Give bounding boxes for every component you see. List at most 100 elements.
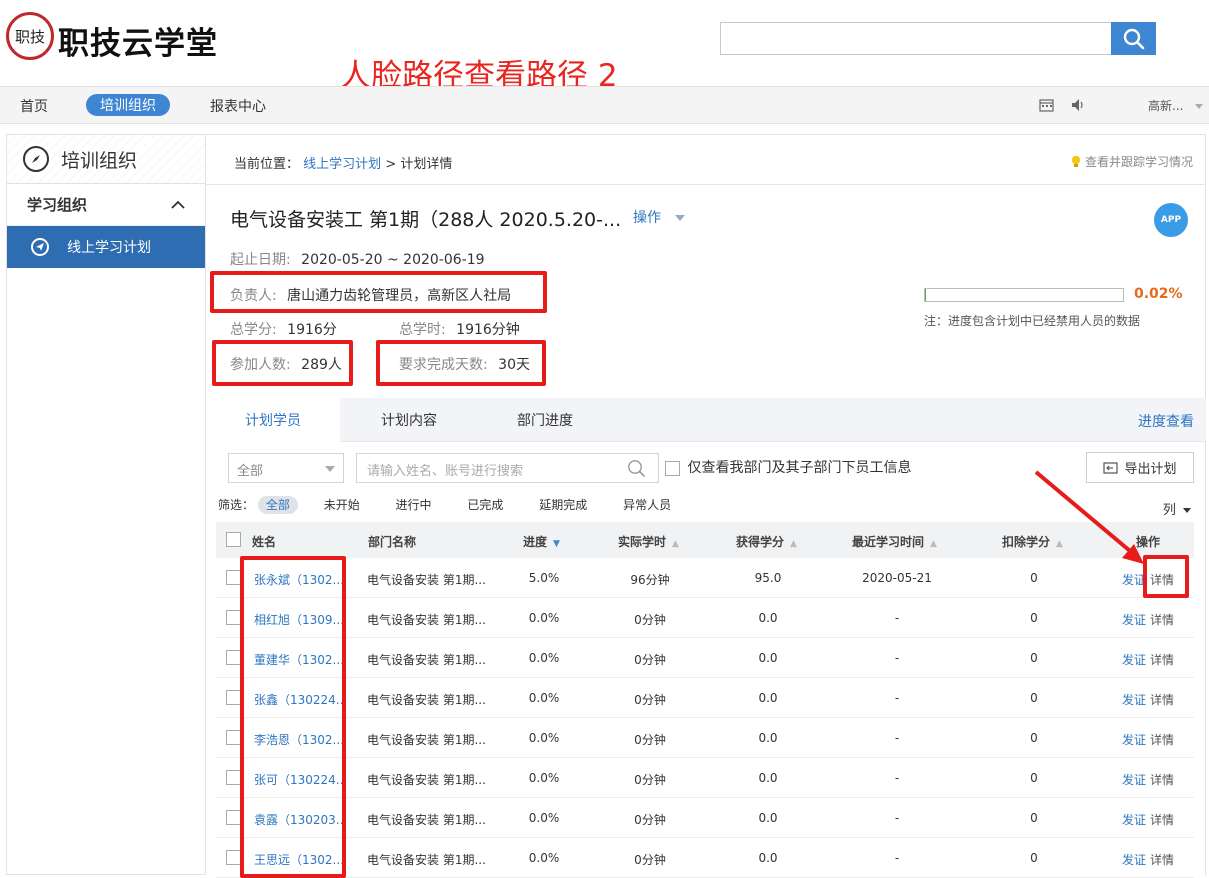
plan-progress-note: 注：进度包含计划中已经禁用人员的数据 [924, 314, 1141, 328]
status-filter-delayed[interactable]: 延期完成 [539, 498, 587, 512]
row-actions: 发证 详情 [1122, 851, 1178, 868]
col-last-study-label: 最近学习时间 [852, 535, 925, 549]
select-all-checkbox[interactable] [226, 532, 241, 547]
col-credits[interactable]: 获得学分 ▲ [736, 533, 797, 550]
learner-credits: 0.0 [758, 611, 778, 625]
plan-total-credits: 总学分: 1916分 [230, 319, 337, 339]
progress-view-link[interactable]: 进度查看 [1138, 411, 1194, 431]
nav-training-org[interactable]: 培训组织 [86, 94, 170, 116]
send-icon [31, 238, 49, 256]
detail-link[interactable]: 详情 [1150, 813, 1174, 827]
learner-actual-hours: 0分钟 [634, 733, 666, 747]
learner-deducted: 0 [1030, 771, 1038, 785]
nav-reports[interactable]: 报表中心 [210, 96, 266, 116]
global-search-input[interactable] [720, 22, 1112, 55]
breadcrumb-current: 计划详情 [400, 157, 453, 172]
main-panel: 当前位置： 线上学习计划 > 计划详情 查看并跟踪学习情况 电气设备安装工 第1… [206, 134, 1206, 878]
learner-deducted: 0 [1030, 571, 1038, 585]
sidebar-item-online-plan[interactable]: 线上学习计划 [7, 226, 205, 268]
column-toggle-label: 列 [1162, 503, 1176, 518]
detail-link[interactable]: 详情 [1150, 853, 1174, 867]
issue-cert-link[interactable]: 发证 [1122, 813, 1146, 827]
row-checkbox[interactable] [226, 770, 241, 785]
tab-plan-content[interactable]: 计划内容 [342, 398, 476, 442]
lightbulb-icon [1071, 155, 1081, 167]
status-filter-in-progress[interactable]: 进行中 [396, 498, 432, 512]
detail-link[interactable]: 详情 [1150, 733, 1174, 747]
table-row: 王思远（1302... 电气设备安装 第1期... 0.0% 0分钟 0.0-0 发证 详情 [216, 838, 1194, 878]
breadcrumb-link-online-plan[interactable]: 线上学习计划 [303, 157, 381, 172]
status-filter-completed[interactable]: 已完成 [467, 498, 503, 512]
sidebar-header: 培训组织 [7, 135, 205, 184]
plan-title: 电气设备安装工 第1期（288人 2020.5.20-... [230, 209, 622, 231]
column-toggle[interactable]: 列 [1163, 499, 1191, 518]
learner-deducted: 0 [1030, 731, 1038, 745]
issue-cert-link[interactable]: 发证 [1122, 733, 1146, 747]
learner-credits: 0.0 [758, 731, 778, 745]
detail-link[interactable]: 详情 [1150, 613, 1174, 627]
detail-link[interactable]: 详情 [1150, 653, 1174, 667]
learner-last-study: - [894, 651, 900, 665]
plan-tabs: 计划学员 计划内容 部门进度 进度查看 [206, 398, 1206, 442]
learner-dept: 电气设备安装 第1期... [367, 813, 486, 827]
status-filter-all[interactable]: 全部 [257, 496, 298, 514]
tab-plan-learners[interactable]: 计划学员 [206, 398, 340, 442]
col-progress-label: 进度 [523, 535, 548, 549]
learner-credits: 0.0 [758, 691, 778, 705]
row-checkbox[interactable] [226, 730, 241, 745]
search-button[interactable] [1111, 22, 1156, 55]
row-checkbox[interactable] [226, 650, 241, 665]
sidebar-title: 培训组织 [61, 149, 138, 172]
hours-label: 总学时: [399, 322, 446, 338]
issue-cert-link[interactable]: 发证 [1122, 773, 1146, 787]
plan-operations-dropdown[interactable]: 操作 [633, 207, 686, 227]
learner-search-input[interactable]: 请输入姓名、账号进行搜索 [356, 453, 659, 483]
issue-cert-link[interactable]: 发证 [1122, 853, 1146, 867]
learner-actual-hours: 96分钟 [630, 573, 670, 587]
detail-link[interactable]: 详情 [1150, 773, 1174, 787]
credits-value: 1916分 [287, 322, 337, 338]
col-progress[interactable]: 进度 ▼ [523, 533, 560, 550]
learner-credits: 0.0 [758, 651, 778, 665]
issue-cert-link[interactable]: 发证 [1122, 693, 1146, 707]
speaker-icon[interactable] [1071, 98, 1085, 112]
logo-text[interactable]: 职技云学堂 [58, 18, 218, 63]
learner-last-study: - [894, 611, 900, 625]
row-checkbox[interactable] [226, 610, 241, 625]
main-nav: 首页 培训组织 报表中心 高新... [0, 86, 1209, 124]
status-filter-prefix: 筛选： [218, 498, 255, 512]
only-my-dept-label: 仅查看我部门及其子部门下员工信息 [687, 460, 912, 476]
status-filter-not-started[interactable]: 未开始 [324, 498, 360, 512]
nav-home[interactable]: 首页 [20, 96, 48, 116]
only-my-dept-filter[interactable]: 仅查看我部门及其子部门下员工信息 [665, 457, 911, 477]
status-filter-abnormal[interactable]: 异常人员 [623, 498, 671, 512]
learner-dept: 电气设备安装 第1期... [367, 773, 486, 787]
learner-deducted: 0 [1030, 651, 1038, 665]
track-learning-link[interactable]: 查看并跟踪学习情况 [1071, 153, 1193, 170]
learner-dept: 电气设备安装 第1期... [367, 653, 486, 667]
only-my-dept-checkbox[interactable] [665, 460, 680, 476]
search-icon[interactable] [627, 459, 646, 478]
status-filter-row: 筛选： 全部 未开始 进行中 已完成 延期完成 异常人员 [218, 496, 671, 514]
annotation-box-days [376, 340, 546, 386]
sidebar-group-learning-org[interactable]: 学习组织 [7, 184, 205, 226]
col-last-study[interactable]: 最近学习时间 ▲ [852, 533, 937, 550]
issue-cert-link[interactable]: 发证 [1122, 613, 1146, 627]
tab-dept-progress[interactable]: 部门进度 [478, 398, 612, 442]
issue-cert-link[interactable]: 发证 [1122, 653, 1146, 667]
col-actual-hours-label: 实际学时 [618, 535, 667, 549]
row-checkbox[interactable] [226, 570, 241, 585]
table-row: 相红旭（1309... 电气设备安装 第1期... 0.0% 0分钟 0.0-0 发证 详情 [216, 598, 1194, 638]
row-checkbox[interactable] [226, 850, 241, 865]
row-checkbox[interactable] [226, 810, 241, 825]
col-actual-hours[interactable]: 实际学时 ▲ [618, 533, 679, 550]
calendar-icon[interactable] [1039, 98, 1054, 112]
user-menu[interactable]: 高新... [1148, 97, 1204, 114]
app-phone-icon[interactable]: APP [1154, 203, 1188, 237]
detail-link[interactable]: 详情 [1150, 693, 1174, 707]
table-row: 董建华（1302... 电气设备安装 第1期... 0.0% 0分钟 0.0-0 发证 详情 [216, 638, 1194, 678]
table-row: 张鑫（130224... 电气设备安装 第1期... 0.0% 0分钟 0.0-0 发证详… [216, 678, 1194, 718]
scope-select[interactable]: 全部 [228, 453, 344, 483]
sort-desc-icon: ▼ [553, 539, 560, 549]
row-checkbox[interactable] [226, 690, 241, 705]
